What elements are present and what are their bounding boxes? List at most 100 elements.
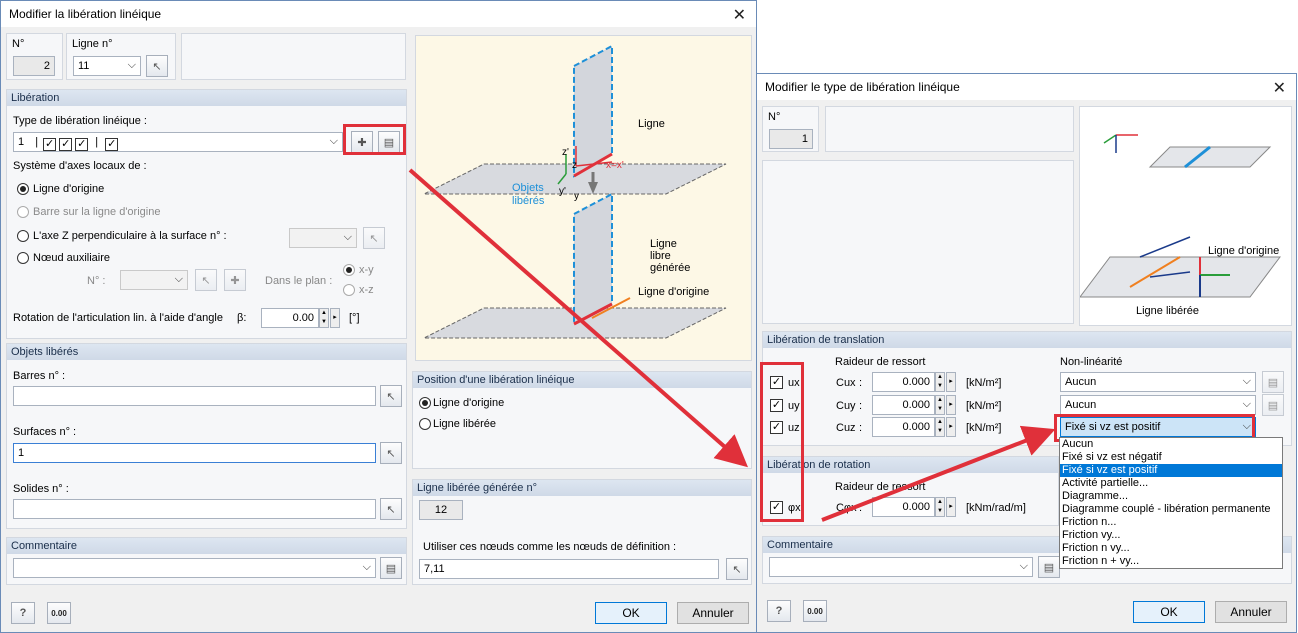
new-type-button[interactable]: ✚ xyxy=(351,131,373,153)
rotation-header: Libération de rotation xyxy=(763,457,1058,473)
rotation-input[interactable]: 0.00 xyxy=(261,308,319,328)
beta-label: β: xyxy=(237,312,247,324)
right-title-bar: Modifier le type de libération linéique … xyxy=(757,74,1296,100)
comment-header: Commentaire xyxy=(7,538,406,554)
right-fig-libere: Ligne libérée xyxy=(1136,305,1199,317)
axes-opt4: Nœud auxiliaire xyxy=(33,252,111,264)
cuy-spin[interactable]: ▲ ▼ xyxy=(935,395,945,415)
cuz-label: Cuz xyxy=(836,422,856,434)
cuz-arrow[interactable]: ▸ xyxy=(946,417,956,437)
fig-z2: z xyxy=(572,160,577,171)
axes-opt1: Ligne d'origine xyxy=(33,183,105,195)
pick-line-button[interactable]: ↖ xyxy=(146,55,168,77)
dropdown-option[interactable]: Diagramme... xyxy=(1060,490,1282,503)
cphix-arrow[interactable]: ▸ xyxy=(946,497,956,517)
ux-label: ux xyxy=(788,377,800,389)
right-calc-button[interactable]: 0.00 xyxy=(803,600,827,622)
dropdown-option[interactable]: Friction n... xyxy=(1060,516,1282,529)
axes-radio-bar xyxy=(17,206,29,218)
rotation-spin[interactable]: ▲ ▼ xyxy=(319,308,329,328)
translation-header: Libération de translation xyxy=(763,332,1291,348)
objects-header: Objets libérés xyxy=(7,344,406,360)
pick-surfaces-button[interactable]: ↖ xyxy=(380,442,402,464)
cux-arrow[interactable]: ▸ xyxy=(946,372,956,392)
figure-panel: Ligne x=x' z' z y' y Objets libérés Lign… xyxy=(415,35,752,361)
surfaces-label: Surfaces n° : xyxy=(13,426,77,438)
cphix-spin[interactable]: ▲ ▼ xyxy=(935,497,945,517)
right-help-button[interactable]: ? xyxy=(767,600,791,622)
type-check-4: ✓ xyxy=(105,138,119,151)
fig-xx: x=x' xyxy=(606,160,624,171)
dropdown-option[interactable]: Diagramme couplé - libération permanente xyxy=(1060,503,1282,516)
nonlin-y-edit[interactable]: ▤ xyxy=(1262,394,1284,416)
edit-type-button[interactable]: ▤ xyxy=(378,131,400,153)
nonlin-label: Non-linéarité xyxy=(1060,356,1123,368)
plane-xy: x-y xyxy=(359,264,374,276)
right-comment-select[interactable] xyxy=(769,557,1033,577)
dropdown-option[interactable]: Friction vy... xyxy=(1060,529,1282,542)
axes-radio-node[interactable] xyxy=(17,252,29,264)
cuz-spin[interactable]: ▲ ▼ xyxy=(935,417,945,437)
use-nodes-input[interactable]: 7,11 xyxy=(419,559,719,579)
cphix-label: Cφx xyxy=(836,502,857,514)
line-label: Ligne n° xyxy=(72,38,113,50)
pick-surface-button: ↖ xyxy=(363,227,385,249)
bars-input[interactable] xyxy=(13,386,376,406)
uz-checkbox[interactable]: ✓ xyxy=(770,421,783,434)
right-ok-button[interactable]: OK xyxy=(1133,601,1205,623)
cux-input[interactable]: 0.000 xyxy=(872,372,935,392)
axes-opt3: L'axe Z perpendiculaire à la surface n° … xyxy=(33,230,227,242)
help-button[interactable]: ? xyxy=(11,602,35,624)
cuz-colon: : xyxy=(859,422,863,434)
close-icon[interactable]: ✕ xyxy=(733,5,746,25)
cux-spin[interactable]: ▲ ▼ xyxy=(935,372,945,392)
type-select[interactable]: 1 | ✓ ✓ ✓ | ✓ xyxy=(13,132,343,152)
pick-nodes-button[interactable]: ↖ xyxy=(726,558,748,580)
rotation-unit: [°] xyxy=(349,312,360,324)
axes-radio-surface[interactable] xyxy=(17,230,29,242)
phix-checkbox[interactable]: ✓ xyxy=(770,501,783,514)
cuy-input[interactable]: 0.000 xyxy=(872,395,935,415)
dropdown-option[interactable]: Friction n vy... xyxy=(1060,542,1282,555)
right-title: Modifier le type de libération linéique xyxy=(765,80,960,94)
close-icon[interactable]: ✕ xyxy=(1273,78,1286,98)
right-fig-origine: Ligne d'origine xyxy=(1208,245,1280,257)
cphix-input[interactable]: 0.000 xyxy=(872,497,935,517)
dropdown-option-selected[interactable]: Fixé si vz est positif xyxy=(1060,464,1282,477)
cuz-input[interactable]: 0.000 xyxy=(872,417,935,437)
dropdown-option[interactable]: Friction n + vy... xyxy=(1060,555,1282,568)
nonlin-y-select[interactable]: Aucun xyxy=(1060,395,1256,415)
nonlin-x-select[interactable]: Aucun xyxy=(1060,372,1256,392)
dropdown-option[interactable]: Fixé si vz est négatif xyxy=(1060,451,1282,464)
solids-input[interactable] xyxy=(13,499,376,519)
surfaces-input[interactable]: 1 xyxy=(13,443,376,463)
cancel-button[interactable]: Annuler xyxy=(677,602,749,624)
pick-solids-button[interactable]: ↖ xyxy=(380,498,402,520)
dropdown-option[interactable]: Activité partielle... xyxy=(1060,477,1282,490)
comment-select[interactable] xyxy=(13,558,376,578)
position-radio-origin[interactable] xyxy=(419,397,431,409)
nonlinearity-dropdown[interactable]: Aucun Fixé si vz est négatif Fixé si vz … xyxy=(1059,437,1283,569)
nonlin-x-edit[interactable]: ▤ xyxy=(1262,371,1284,393)
line-select[interactable]: 11 xyxy=(73,56,141,76)
uy-checkbox[interactable]: ✓ xyxy=(770,399,783,412)
new-node-button: ✚ xyxy=(224,269,246,291)
comment-library-button[interactable]: ▤ xyxy=(380,557,402,579)
right-cancel-button[interactable]: Annuler xyxy=(1215,601,1287,623)
pick-bars-button[interactable]: ↖ xyxy=(380,385,402,407)
axes-radio-origin[interactable] xyxy=(17,183,29,195)
plane-radio-xy xyxy=(343,264,355,276)
calc-button[interactable]: 0.00 xyxy=(47,602,71,624)
nonlin-z-select[interactable]: Fixé si vz est positif xyxy=(1060,417,1256,437)
surface-select xyxy=(289,228,357,248)
cuy-colon: : xyxy=(859,400,863,412)
cuy-arrow[interactable]: ▸ xyxy=(946,395,956,415)
dropdown-option[interactable]: Aucun xyxy=(1060,438,1282,451)
position-radio-released[interactable] xyxy=(419,418,431,430)
spring-label: Raideur de ressort xyxy=(835,356,926,368)
right-comment-library-button[interactable]: ▤ xyxy=(1038,556,1060,578)
rotation-arrow[interactable]: ▸ xyxy=(330,308,340,328)
ok-button[interactable]: OK xyxy=(595,602,667,624)
node-select xyxy=(120,270,188,290)
ux-checkbox[interactable]: ✓ xyxy=(770,376,783,389)
